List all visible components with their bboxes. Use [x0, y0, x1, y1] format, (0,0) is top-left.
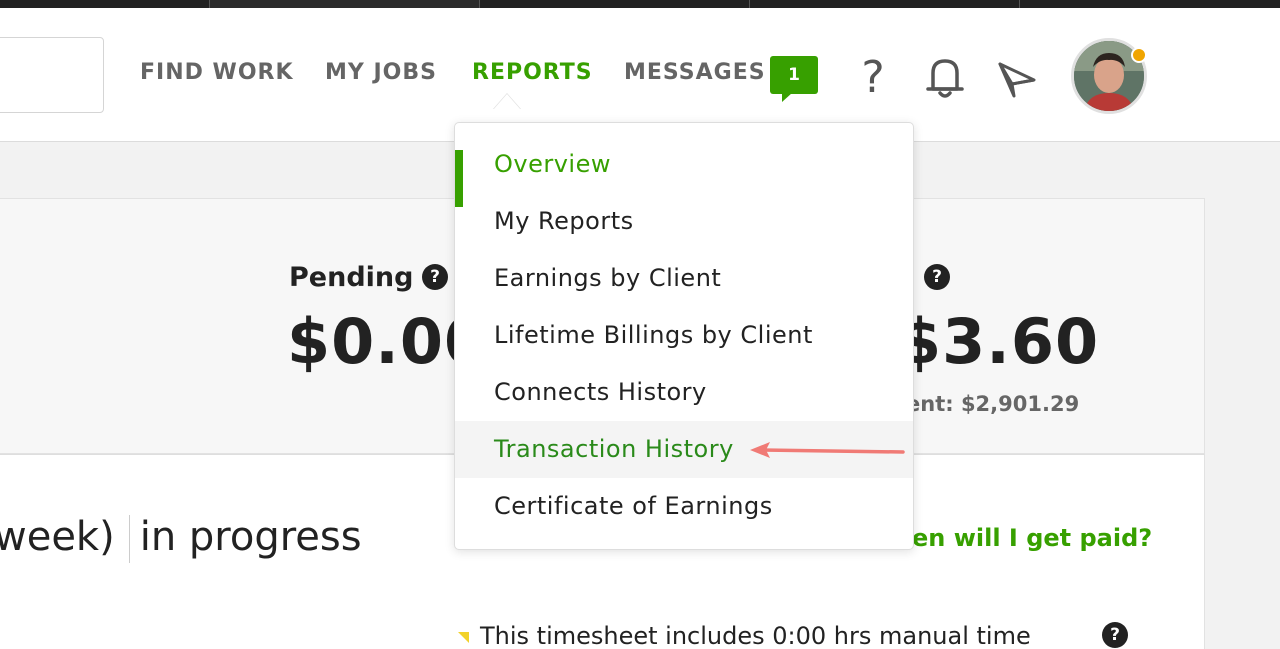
timesheet-status: in progress: [139, 514, 362, 560]
nav-my-jobs[interactable]: MY JOBS: [325, 60, 437, 85]
available-help-icon[interactable]: ?: [924, 264, 950, 290]
help-icon[interactable]: ?: [852, 52, 894, 103]
strip-segment: [210, 0, 480, 8]
strip-segment: [480, 0, 750, 8]
manual-time-help-icon[interactable]: ?: [1102, 622, 1128, 648]
annotation-arrow-icon: [750, 442, 905, 458]
manual-time-note: This timesheet includes 0:00 hrs manual …: [480, 622, 1031, 649]
menu-item-connects-history[interactable]: Connects History: [455, 364, 913, 421]
strip-segment: [0, 0, 210, 8]
timesheet-period: week): [0, 514, 115, 560]
messages-count: 1: [788, 65, 800, 85]
paper-plane-icon[interactable]: [994, 54, 1040, 104]
badge-tail: [782, 93, 792, 102]
manual-time-flag-icon: [458, 632, 469, 643]
paper-plane-icon-graphic: [998, 62, 1036, 98]
dropdown-caret: [493, 94, 521, 110]
browser-top-strip: [0, 0, 1280, 8]
reports-dropdown-menu: Overview My Reports Earnings by Client L…: [454, 122, 914, 550]
search-input[interactable]: [0, 37, 104, 113]
timesheet-title: week) in progress: [0, 514, 362, 563]
menu-item-lifetime-billings[interactable]: Lifetime Billings by Client: [455, 307, 913, 364]
bell-icon[interactable]: [922, 52, 968, 104]
nav-messages[interactable]: MESSAGES: [624, 60, 766, 85]
messages-count-badge[interactable]: 1: [770, 56, 818, 102]
menu-item-certificate-of-earnings[interactable]: Certificate of Earnings: [455, 478, 913, 535]
pending-help-icon[interactable]: ?: [422, 264, 448, 290]
title-divider: [128, 515, 130, 563]
nav-reports[interactable]: REPORTS: [472, 60, 593, 85]
nav-find-work[interactable]: FIND WORK: [140, 60, 294, 85]
pending-label: Pending: [289, 262, 414, 293]
available-amount: $3.60: [898, 305, 1100, 378]
online-status-dot: [1131, 47, 1147, 63]
menu-item-earnings-by-client[interactable]: Earnings by Client: [455, 250, 913, 307]
menu-item-overview[interactable]: Overview: [455, 136, 913, 207]
when-paid-link[interactable]: en will I get paid?: [912, 524, 1152, 552]
available-subtext: ent: $2,901.29: [906, 392, 1080, 416]
bell-icon-graphic: [926, 59, 964, 98]
strip-segment: [750, 0, 1020, 8]
menu-item-my-reports[interactable]: My Reports: [455, 193, 913, 250]
